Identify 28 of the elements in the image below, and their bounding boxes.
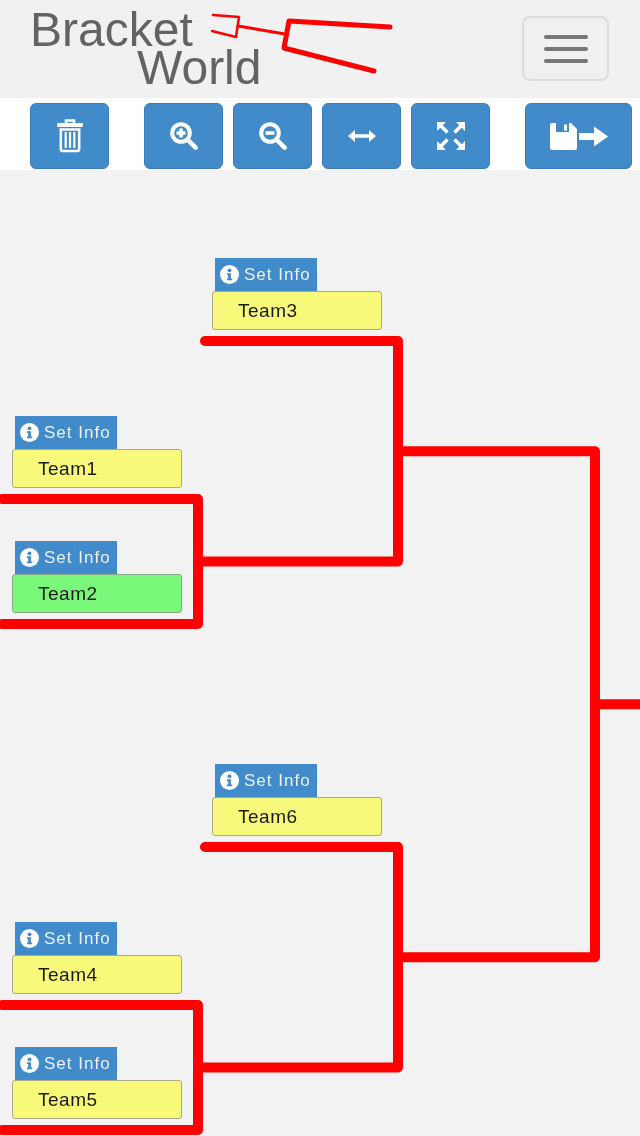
info-icon <box>20 1054 39 1073</box>
logo-text: World <box>137 48 262 88</box>
horizontal-arrows-icon <box>347 130 376 142</box>
team-slot[interactable]: Team1 <box>12 449 182 488</box>
team-slot[interactable]: Team5 <box>12 1080 182 1119</box>
fit-width-button[interactable] <box>322 103 401 169</box>
team-slot[interactable]: Team6 <box>212 797 382 836</box>
info-icon <box>20 929 39 948</box>
team-slot[interactable]: Team4 <box>12 955 182 994</box>
zoom-in-button[interactable] <box>144 103 223 169</box>
zoom-out-icon <box>258 122 287 150</box>
zoom-out-button[interactable] <box>233 103 312 169</box>
trash-icon <box>56 119 83 153</box>
menu-button[interactable] <box>522 16 609 81</box>
save-button[interactable] <box>525 103 632 169</box>
logo-text: Bracket <box>30 10 193 50</box>
floppy-arrow-icon <box>549 122 608 150</box>
team-slot[interactable]: Team2 <box>12 574 182 613</box>
team-slot[interactable]: Team3 <box>212 291 382 330</box>
expand-icon <box>436 122 465 150</box>
info-icon <box>20 423 39 442</box>
info-icon <box>220 771 239 790</box>
info-icon <box>20 548 39 567</box>
info-icon <box>220 265 239 284</box>
menu-icon <box>543 34 588 63</box>
fullscreen-button[interactable] <box>411 103 490 169</box>
delete-button[interactable] <box>30 103 109 169</box>
zoom-in-icon <box>169 122 198 150</box>
